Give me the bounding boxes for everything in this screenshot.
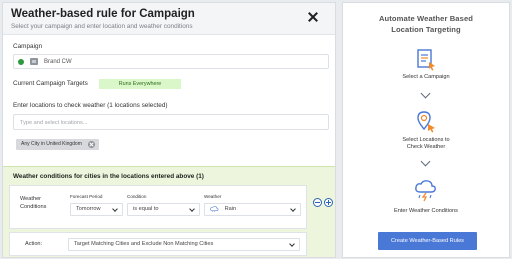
step-select-locations-line2: Check Weather <box>406 144 446 150</box>
modal-title: Weather-based rule for Campaign <box>11 8 195 20</box>
chevron-down-icon <box>289 241 295 247</box>
campaign-select[interactable]: Brand CW <box>13 54 329 69</box>
forecast-period-header: Forecast Period <box>70 194 103 199</box>
action-value: Target Matching Cities and Exclude Non M… <box>74 241 214 247</box>
action-select[interactable]: Target Matching Cities and Exclude Non M… <box>68 238 300 251</box>
modal-subtitle: Select your campaign and enter location … <box>11 23 193 30</box>
condition-header: Condition <box>127 194 147 199</box>
weather-condition-row: Weather Conditions Forecast Period Tomor… <box>9 185 307 229</box>
automation-info-panel: Automate Weather Based Location Targetin… <box>342 2 510 258</box>
condition-select[interactable]: is equal to <box>127 203 200 216</box>
campaign-label: Campaign <box>13 43 43 50</box>
step-select-campaign: Select a Campaign <box>402 74 450 80</box>
storm-cloud-icon <box>415 180 436 202</box>
action-label: Action: <box>25 241 43 247</box>
weather-rule-modal: Weather-based rule for Campaign Select y… <box>2 2 336 258</box>
condition-value: is equal to <box>133 206 159 212</box>
weather-select[interactable]: Rain <box>204 203 301 216</box>
create-rules-button[interactable]: Create Weather-Based Rules <box>378 232 477 250</box>
chevron-down-icon <box>290 206 296 212</box>
chevron-down-icon <box>189 206 195 212</box>
campaign-type-icon <box>30 58 38 65</box>
close-icon[interactable] <box>307 11 319 23</box>
panel-title: Automate Weather Based Location Targetin… <box>343 13 509 35</box>
weather-value: Rain <box>224 206 237 212</box>
remove-condition-icon[interactable] <box>313 198 322 207</box>
location-pin-icon <box>417 111 435 133</box>
weather-header: Weather <box>204 194 222 199</box>
chevron-down-icon <box>112 206 118 212</box>
targets-badge: Runs Everywhere <box>99 79 181 89</box>
modal-header: Weather-based rule for Campaign Select y… <box>3 3 335 35</box>
location-chip-label: Any City in United Kingdom <box>21 141 82 147</box>
chevron-down-icon <box>420 88 431 99</box>
panel-title-line1: Automate Weather Based <box>378 14 474 23</box>
weather-conditions-title: Weather conditions for cities in the loc… <box>13 173 204 180</box>
document-cursor-icon <box>417 49 435 71</box>
remove-chip-icon[interactable] <box>87 141 95 148</box>
locations-label: Enter locations to check weather (1 loca… <box>13 102 168 109</box>
chevron-down-icon <box>420 156 431 167</box>
rain-cloud-icon <box>210 205 219 212</box>
add-condition-icon[interactable] <box>324 198 333 207</box>
location-chip: Any City in United Kingdom <box>16 139 99 150</box>
panel-title-line2: Location Targeting <box>391 25 461 34</box>
weather-conditions-panel: Weather conditions for cities in the loc… <box>3 166 335 257</box>
campaign-name: Brand CW <box>44 58 72 65</box>
campaign-targets-label: Current Campaign Targets <box>13 80 88 87</box>
status-dot-icon <box>18 58 24 65</box>
forecast-period-select[interactable]: Tomorrow <box>70 203 123 216</box>
locations-input[interactable]: Type and select locations... <box>13 114 329 130</box>
action-row: Action: Target Matching Cities and Exclu… <box>9 232 307 256</box>
weather-conditions-label: Weather Conditions <box>20 196 47 210</box>
step-select-locations: Select Locations to Check Weather <box>343 137 509 151</box>
forecast-period-value: Tomorrow <box>76 206 101 212</box>
step-select-locations-line1: Select Locations to <box>402 137 450 143</box>
step-enter-conditions: Enter Weather Conditions <box>394 208 458 214</box>
